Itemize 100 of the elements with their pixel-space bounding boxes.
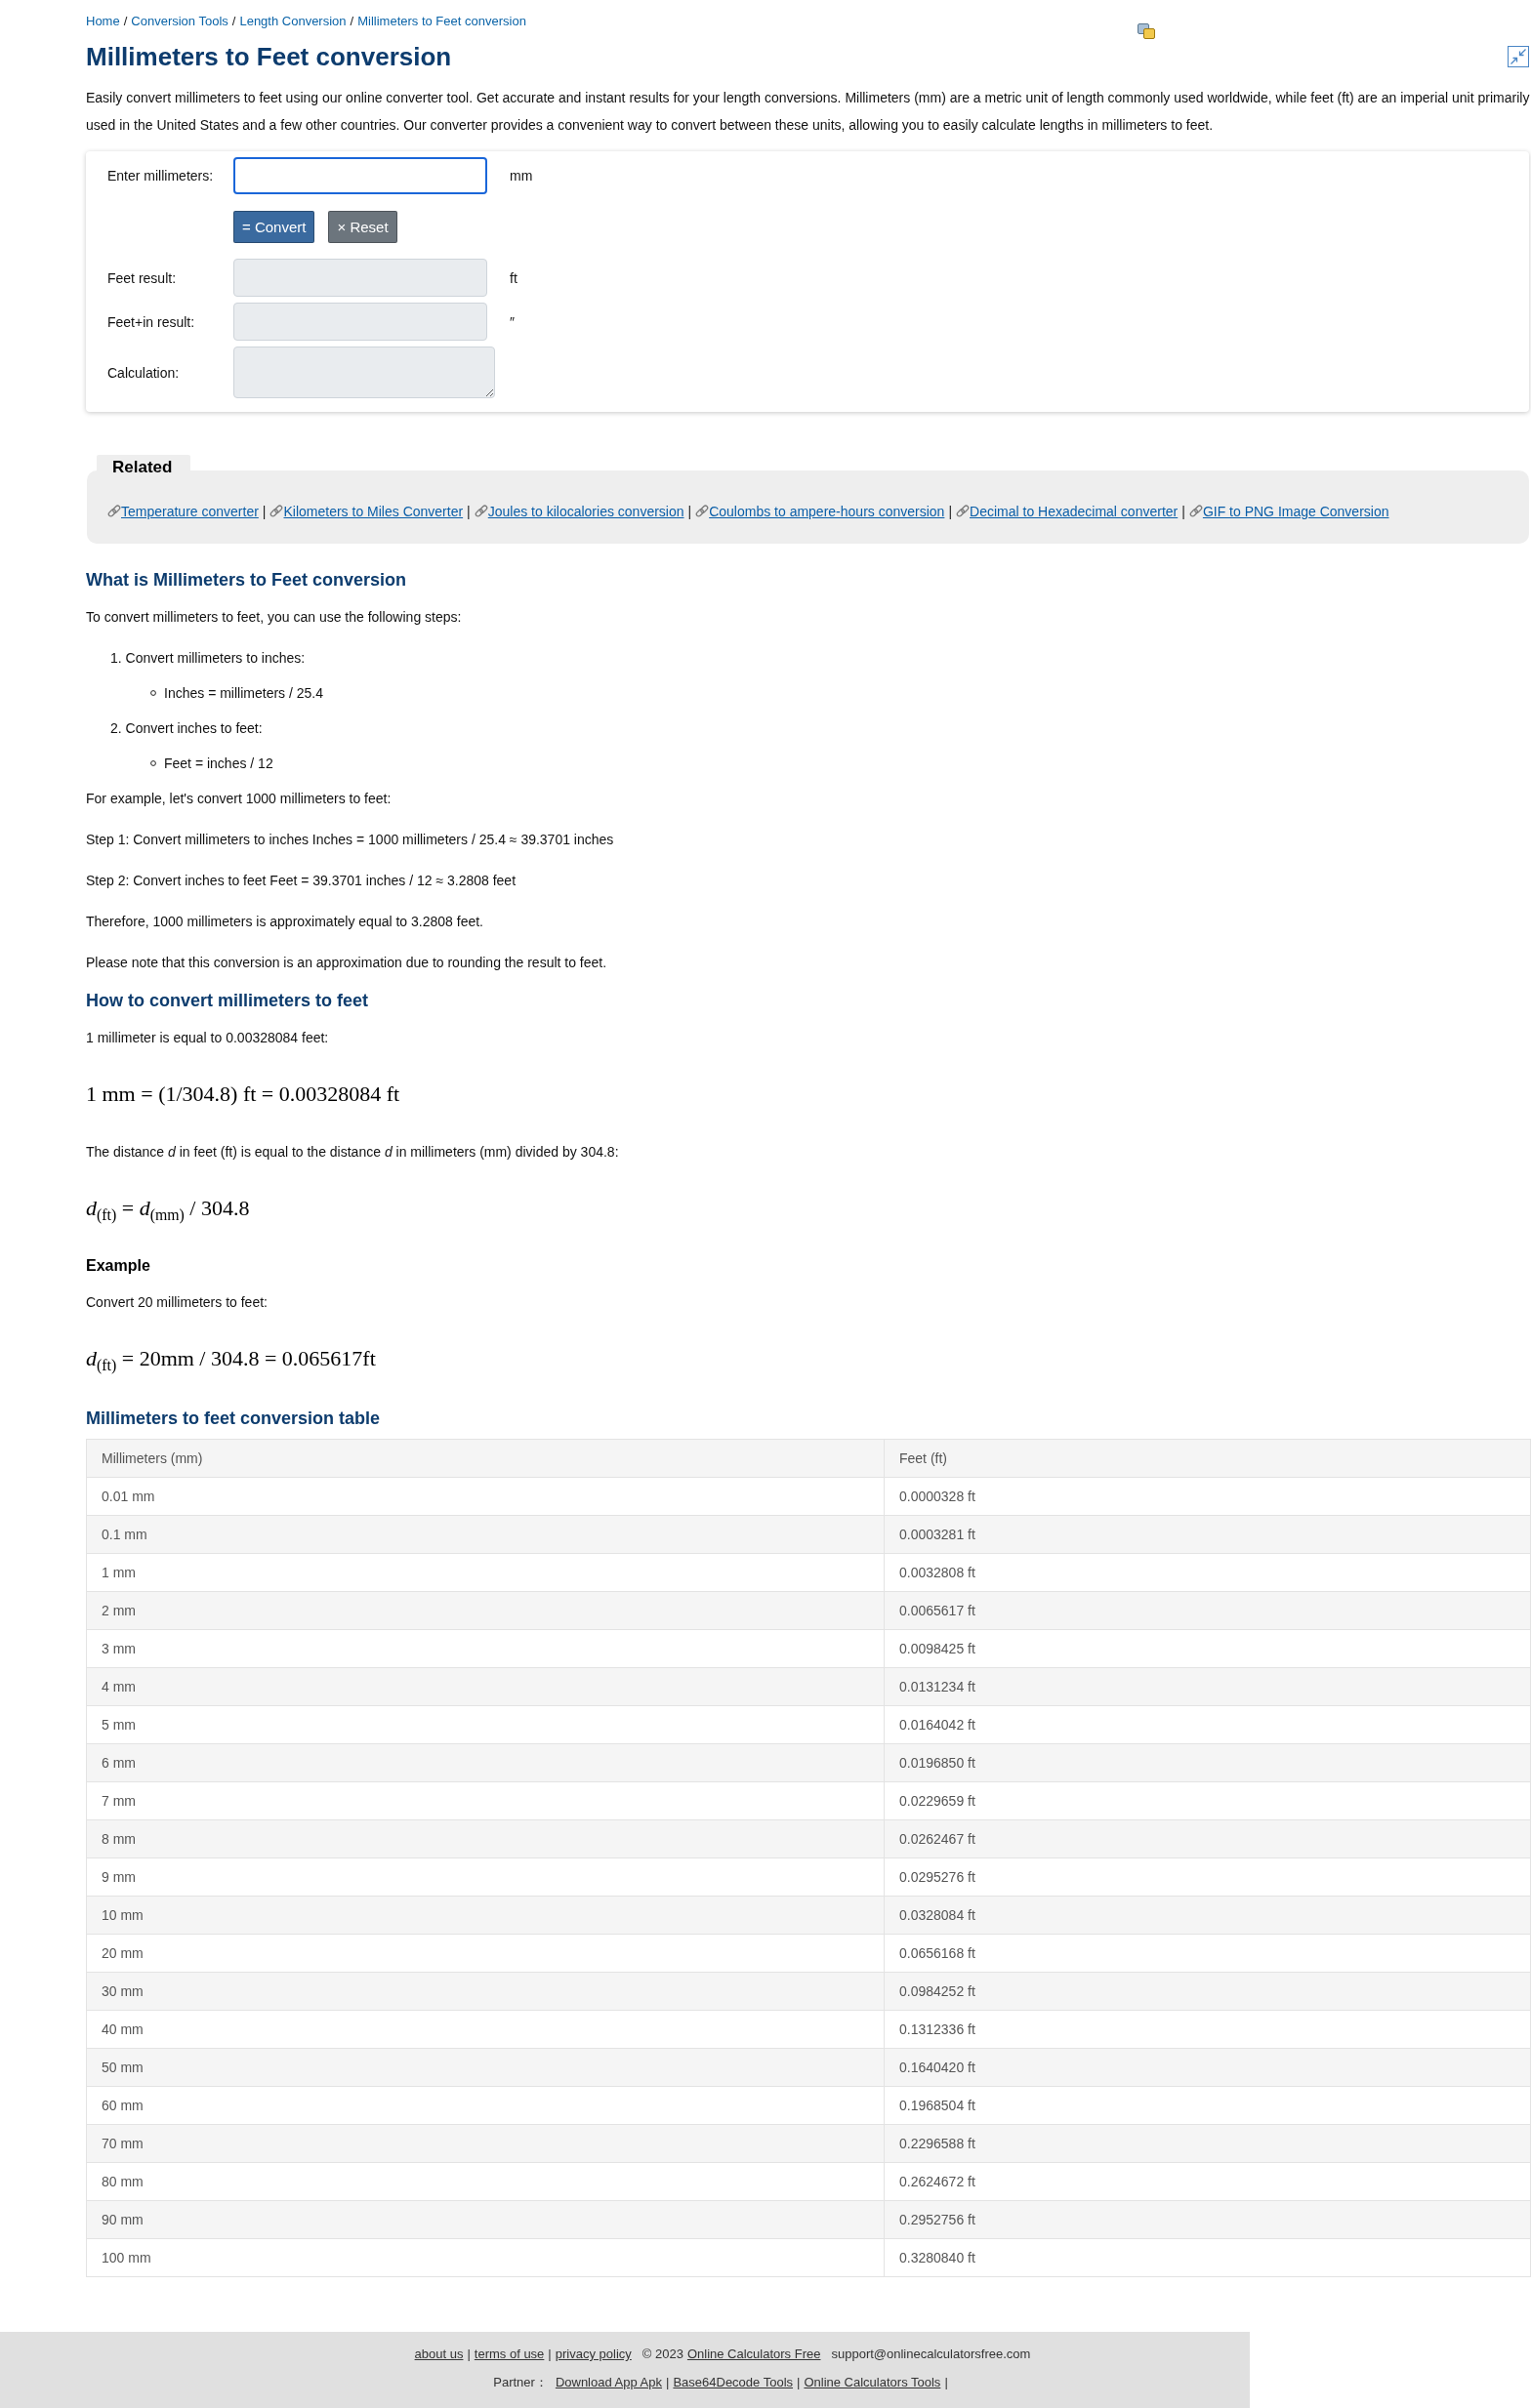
unit-label: mm: [510, 168, 533, 184]
sub-list-item: Inches = millimeters / 25.4: [164, 684, 323, 703]
table-cell: 7 mm: [86, 1781, 885, 1820]
related-link[interactable]: GIF to PNG Image Conversion: [1202, 502, 1389, 521]
table-cell: 9 mm: [86, 1857, 885, 1897]
table-cell: 80 mm: [86, 2162, 885, 2201]
paragraph: Please note that this conversion is an approximation due to rounding the result to feet.: [86, 954, 607, 972]
two-squares-icon[interactable]: [1138, 23, 1155, 39]
shrink-arrows-icon[interactable]: [1508, 46, 1529, 67]
section-heading: How to convert millimeters to feet: [86, 990, 369, 1012]
link-icon: [269, 505, 284, 518]
table-cell: 0.01 mm: [86, 1477, 885, 1516]
paragraph: Step 1: Convert millimeters to inches Inches = 1000 millimeters / 25.4 ≈ 39.3701 inches: [86, 831, 614, 849]
table-cell: 0.1968504 ft: [884, 2086, 1531, 2125]
table-cell: 20 mm: [86, 1934, 885, 1973]
paragraph: Convert 20 millimeters to feet:: [86, 1293, 268, 1312]
table-cell: 3 mm: [86, 1629, 885, 1668]
footer-separator: |: [944, 2374, 948, 2391]
breadcrumb-link[interactable]: Conversion Tools: [131, 14, 228, 29]
subheading: Example: [86, 1256, 150, 1276]
table-cell: 50 mm: [86, 2048, 885, 2087]
formula: 1 mm = (1/304.8) ft = 0.00328084 ft: [86, 1081, 400, 1108]
paragraph: To convert millimeters to feet, you can use the following steps:: [86, 608, 462, 627]
reset-button[interactable]: × Reset: [328, 211, 397, 243]
related-link[interactable]: Decimal to Hexadecimal converter: [970, 502, 1179, 521]
table-cell: 0.2952756 ft: [884, 2200, 1531, 2239]
table-cell: 1 mm: [86, 1553, 885, 1592]
related-link[interactable]: Kilometers to Miles Converter: [283, 502, 464, 521]
table-cell: 0.0656168 ft: [884, 1934, 1531, 1973]
link-separator: |: [948, 503, 953, 521]
field-label: Calculation:: [107, 364, 181, 381]
related-link[interactable]: Coulombs to ampere-hours conversion: [709, 502, 945, 521]
partner-link[interactable]: Download App Apk: [555, 2373, 662, 2392]
link-separator: |: [262, 503, 267, 521]
list-item: 2. Convert inches to feet:: [110, 719, 264, 738]
breadcrumb-link[interactable]: Home: [86, 14, 120, 29]
table-cell: 0.3280840 ft: [884, 2238, 1531, 2277]
table-cell: 2 mm: [86, 1591, 885, 1630]
table-cell: 0.0098425 ft: [884, 1629, 1531, 1668]
table-cell: 4 mm: [86, 1667, 885, 1706]
table-cell: 6 mm: [86, 1743, 885, 1782]
link-icon: [695, 505, 710, 518]
table-cell: 0.2624672 ft: [884, 2162, 1531, 2201]
breadcrumb-separator: /: [123, 14, 128, 29]
paragraph: Step 2: Convert inches to feet Feet = 39.3701 inches / 12 ≈ 3.2808 feet: [86, 872, 517, 890]
field-label: Feet result:: [107, 269, 178, 286]
table-cell: 10 mm: [86, 1896, 885, 1935]
formula: d$_{(ft)}$ = 20mm / 304.8 = 0.065617ft: [86, 1345, 376, 1374]
partner-label: Partner：: [493, 2374, 548, 2391]
table-cell: 0.0328084 ft: [884, 1896, 1531, 1935]
footer-separator: |: [548, 2346, 552, 2363]
related-link[interactable]: Joules to kilocalories conversion: [487, 502, 684, 521]
email-text: support@onlinecalculatorsfree.com: [831, 2346, 1031, 2363]
paragraph: The distance d in feet (ft) is equal to the distance d in millimeters (mm) divided by 304.8:: [86, 1143, 619, 1162]
table-cell: 30 mm: [86, 1972, 885, 2011]
link-icon: [474, 505, 488, 518]
footer-link[interactable]: terms of use: [474, 2345, 545, 2364]
table-cell: 100 mm: [86, 2238, 885, 2277]
footer-separator: |: [467, 2346, 471, 2363]
table-cell: 0.0295276 ft: [884, 1857, 1531, 1897]
table-cell: 70 mm: [86, 2124, 885, 2163]
partner-link[interactable]: Online Calculators Tools: [804, 2373, 941, 2392]
unit-label: ″: [510, 313, 515, 330]
section-heading: Millimeters to feet conversion table: [86, 1408, 382, 1430]
column-header: Millimeters (mm): [86, 1439, 885, 1478]
footer-separator: |: [666, 2374, 670, 2391]
paragraph: For example, let's convert 1000 millimeters to feet:: [86, 790, 392, 808]
table-cell: 0.0131234 ft: [884, 1667, 1531, 1706]
field-label: Feet+in result:: [107, 313, 196, 330]
unit-label: ft: [510, 269, 517, 286]
table-cell: 90 mm: [86, 2200, 885, 2239]
partner-link[interactable]: Base64Decode Tools: [673, 2373, 794, 2392]
circle-bullet-icon: [150, 690, 156, 696]
table-cell: 5 mm: [86, 1705, 885, 1744]
link-icon: [1188, 505, 1203, 518]
table-cell: 0.1640420 ft: [884, 2048, 1531, 2087]
table-cell: 8 mm: [86, 1819, 885, 1858]
page-title: Millimeters to Feet conversion: [86, 41, 452, 72]
table-cell: 0.0196850 ft: [884, 1743, 1531, 1782]
table-cell: 40 mm: [86, 2010, 885, 2049]
table-cell: 0.1312336 ft: [884, 2010, 1531, 2049]
link-separator: |: [1181, 503, 1185, 521]
input-field[interactable]: [233, 157, 487, 194]
field-label: Enter millimeters:: [107, 168, 215, 184]
column-header: Feet (ft): [884, 1439, 1531, 1478]
convert-button[interactable]: = Convert: [233, 211, 315, 243]
footer-link[interactable]: Online Calculators Free: [686, 2345, 821, 2364]
table-cell: 0.0164042 ft: [884, 1705, 1531, 1744]
copyright-text: © 2023: [641, 2346, 683, 2363]
table-cell: 0.0262467 ft: [884, 1819, 1531, 1858]
footer-link[interactable]: privacy policy: [555, 2345, 632, 2364]
table-cell: 60 mm: [86, 2086, 885, 2125]
footer-link[interactable]: about us: [414, 2345, 464, 2364]
breadcrumb-link[interactable]: Length Conversion: [239, 14, 347, 29]
circle-bullet-icon: [150, 760, 156, 766]
table-cell: 0.2296588 ft: [884, 2124, 1531, 2163]
breadcrumb-link[interactable]: Millimeters to Feet conversion: [357, 14, 526, 29]
related-link[interactable]: Temperature converter: [121, 502, 259, 521]
table-cell: 0.0229659 ft: [884, 1781, 1531, 1820]
table-cell: 0.0000328 ft: [884, 1477, 1531, 1516]
